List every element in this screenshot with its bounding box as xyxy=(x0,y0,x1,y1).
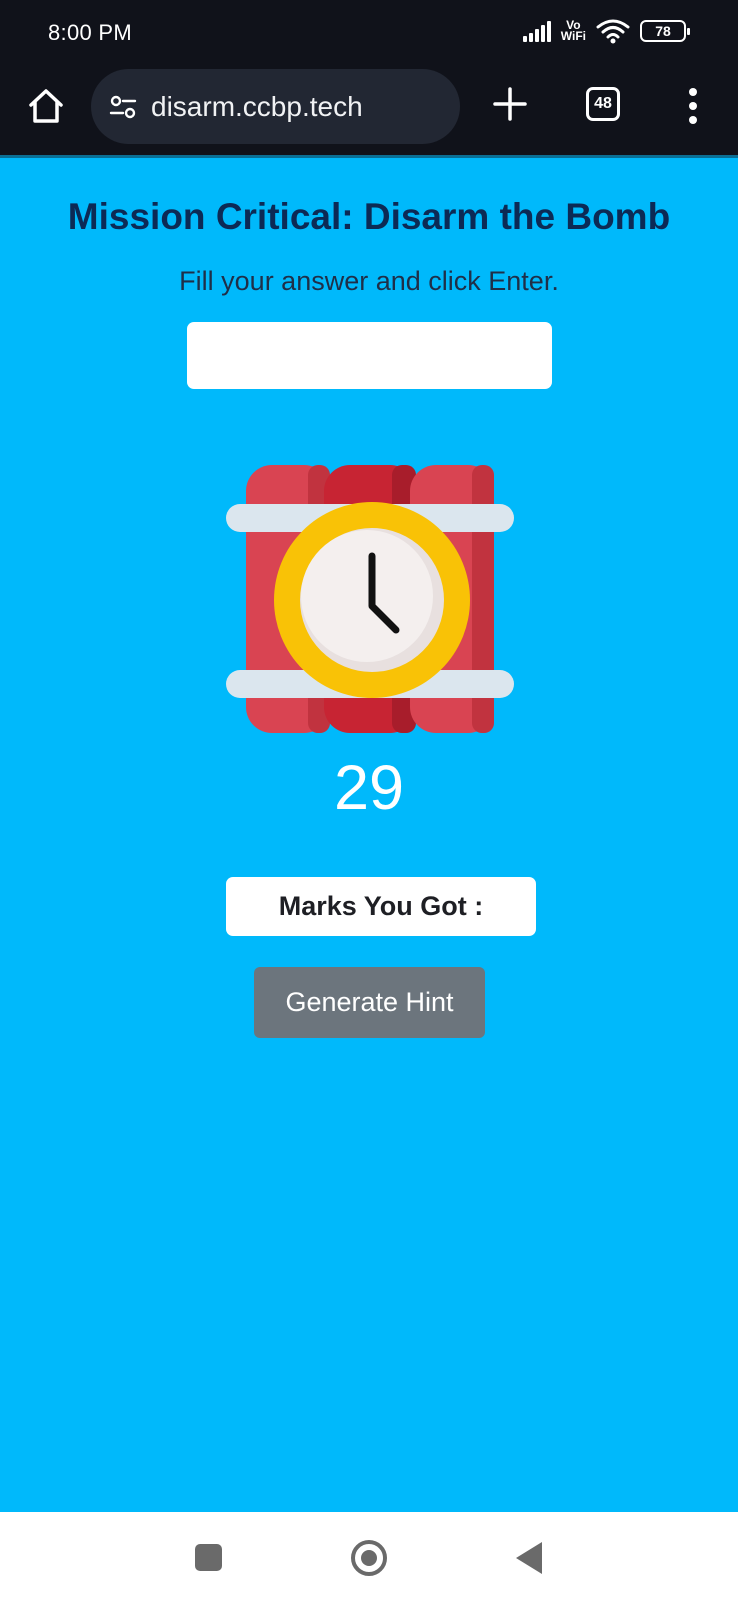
countdown-timer: 29 xyxy=(333,753,405,823)
system-nav-bar xyxy=(0,1512,738,1600)
instruction-text: Fill your answer and click Enter. xyxy=(179,266,559,296)
status-bar: 8:00 PM Vo WiFi 78 xyxy=(0,0,738,62)
marks-label: Marks You Got : xyxy=(278,891,484,921)
tune-icon[interactable] xyxy=(109,93,137,121)
vowifi-icon: Vo WiFi xyxy=(560,18,586,43)
back-icon[interactable] xyxy=(516,1542,542,1574)
time-bomb-icon xyxy=(226,465,514,733)
home-icon[interactable] xyxy=(26,86,66,126)
signal-icon xyxy=(522,20,551,42)
battery-icon: 78 xyxy=(640,20,690,42)
tab-switcher-button[interactable]: 48 xyxy=(586,87,620,121)
url-text[interactable]: disarm.ccbp.tech xyxy=(151,91,363,123)
status-time: 8:00 PM xyxy=(48,20,133,45)
answer-input[interactable] xyxy=(187,322,552,389)
wifi-icon xyxy=(596,19,630,44)
browser-toolbar: disarm.ccbp.tech 48 xyxy=(0,62,738,158)
marks-box: Marks You Got : xyxy=(226,877,536,936)
plus-icon[interactable] xyxy=(490,84,530,124)
status-icons: Vo WiFi 78 xyxy=(522,18,690,44)
nav-home-icon[interactable] xyxy=(351,1540,387,1576)
recents-icon[interactable] xyxy=(195,1544,222,1571)
more-vert-icon[interactable] xyxy=(683,88,703,124)
generate-hint-button[interactable]: Generate Hint xyxy=(254,967,485,1038)
page-title: Mission Critical: Disarm the Bomb xyxy=(67,196,671,237)
address-bar[interactable]: disarm.ccbp.tech xyxy=(91,69,460,144)
